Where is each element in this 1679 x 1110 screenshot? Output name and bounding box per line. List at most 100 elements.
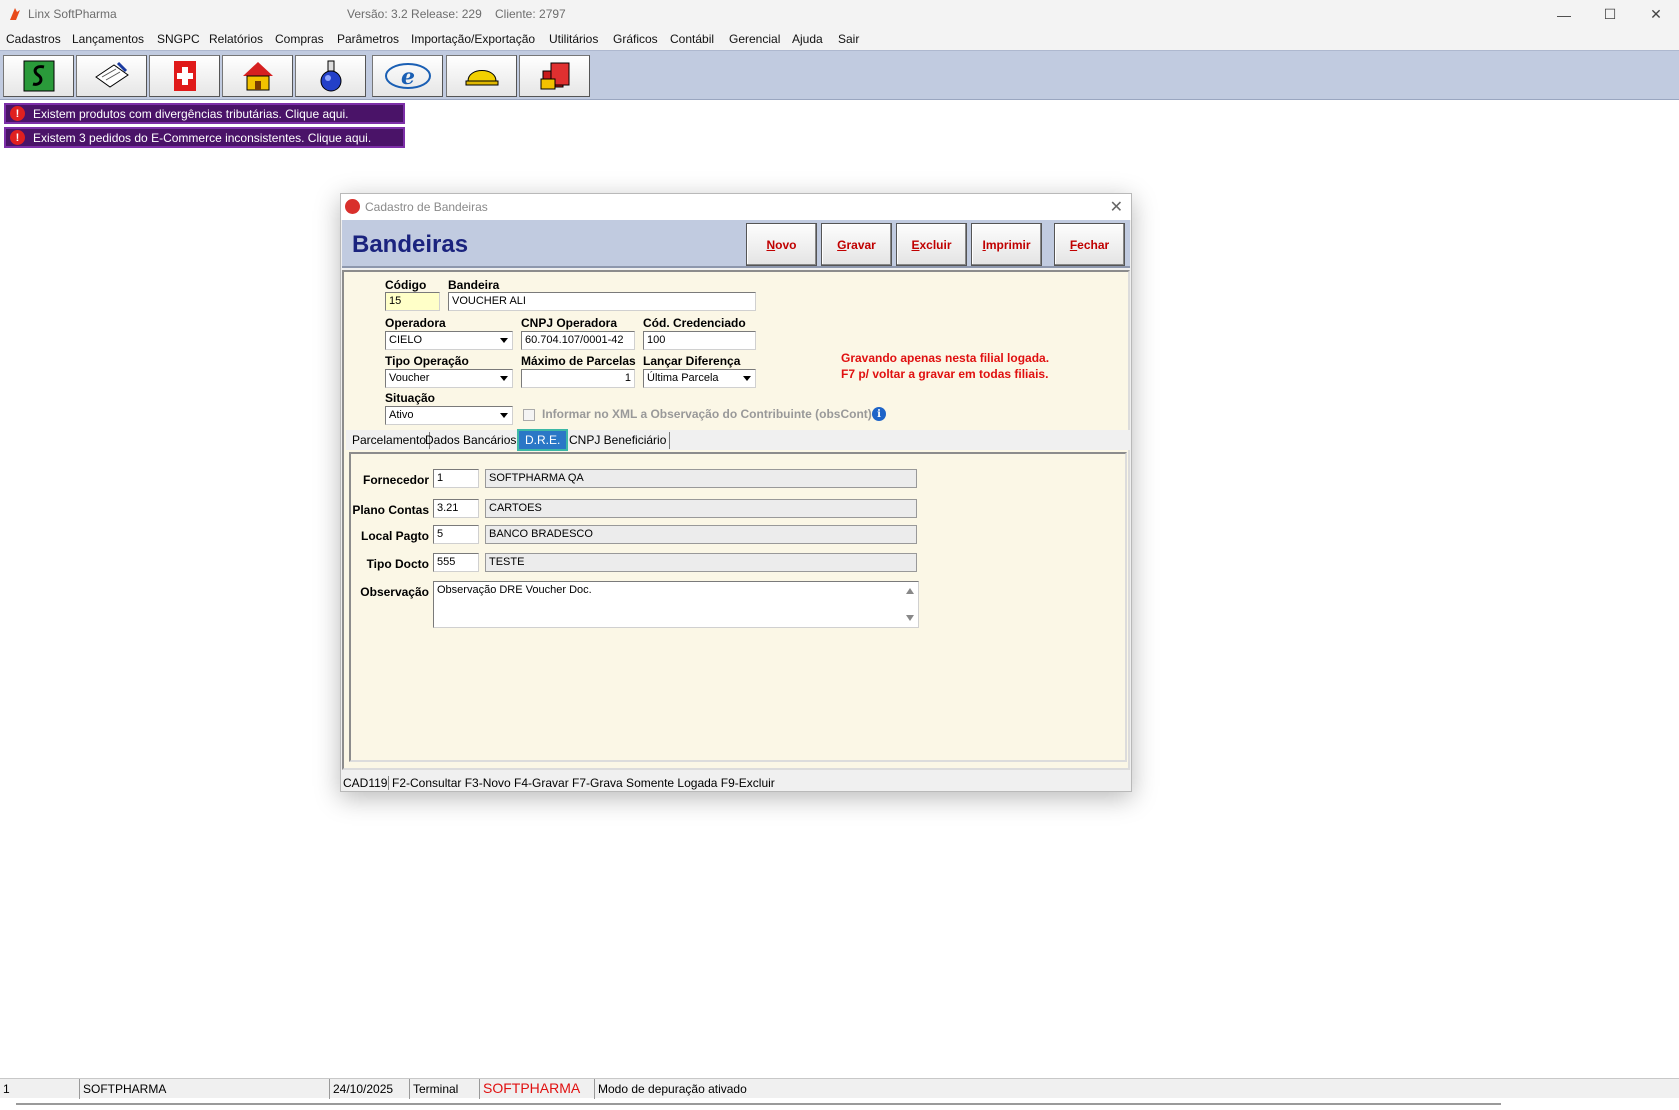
menu-compras[interactable]: Compras bbox=[275, 32, 324, 46]
gravar-button[interactable]: Gravar bbox=[821, 223, 892, 266]
menu-utilitarios[interactable]: Utilitários bbox=[549, 32, 598, 46]
plano-contas-code-field[interactable]: 3.21 bbox=[433, 499, 479, 518]
imprimir-label: mprimir bbox=[985, 237, 1031, 252]
lancar-diferenca-select[interactable]: Última Parcela bbox=[643, 369, 756, 388]
status-cell-brand: SOFTPHARMA bbox=[480, 1079, 595, 1099]
minimize-icon: — bbox=[1557, 6, 1571, 23]
menu-parametros[interactable]: Parâmetros bbox=[337, 32, 399, 46]
app-logo-icon bbox=[10, 8, 20, 20]
menu-relatorios[interactable]: Relatórios bbox=[209, 32, 263, 46]
situacao-label: Situação bbox=[385, 391, 436, 405]
alert-ecommerce[interactable]: ! Existem 3 pedidos do E-Commerce incons… bbox=[4, 127, 405, 148]
max-parcelas-field[interactable]: 1 bbox=[521, 369, 635, 388]
chevron-down-icon bbox=[496, 408, 511, 423]
maximize-icon: ☐ bbox=[1603, 6, 1617, 22]
status-cell-company: SOFTPHARMA bbox=[80, 1079, 330, 1099]
novo-button[interactable]: Novo bbox=[746, 223, 817, 266]
excluir-button[interactable]: Excluir bbox=[896, 223, 967, 266]
novo-label: ovo bbox=[775, 237, 797, 252]
dre-tab-page: Fornecedor 1 SOFTPHARMA QA Plano Contas … bbox=[349, 452, 1127, 762]
toolbar-loja-button[interactable] bbox=[222, 55, 293, 97]
helmet-icon bbox=[465, 70, 498, 86]
chevron-down-icon bbox=[496, 371, 511, 386]
menu-sngpc[interactable]: SNGPC bbox=[157, 32, 200, 46]
info-icon[interactable]: i bbox=[872, 407, 886, 421]
situacao-select[interactable]: Ativo bbox=[385, 406, 513, 425]
toolbar-manipulacao-button[interactable] bbox=[295, 55, 366, 97]
menu-sair[interactable]: Sair bbox=[838, 32, 859, 46]
main-toolbar: e bbox=[0, 50, 1679, 100]
alert-divergencias[interactable]: ! Existem produtos com divergências trib… bbox=[4, 103, 405, 124]
tab-cnpj-beneficiario[interactable]: CNPJ Beneficiário bbox=[566, 432, 671, 449]
red-cross-icon bbox=[173, 61, 196, 91]
minimize-button[interactable]: — bbox=[1541, 0, 1587, 29]
observacao-memo[interactable]: Observação DRE Voucher Doc. bbox=[433, 581, 919, 628]
imprimir-button[interactable]: Imprimir bbox=[971, 223, 1042, 266]
menu-importacao-exportacao[interactable]: Importação/Exportação bbox=[411, 32, 535, 46]
tab-dre[interactable]: D.R.E. bbox=[517, 429, 569, 451]
fornecedor-label: Fornecedor bbox=[362, 473, 429, 487]
scroll-up-icon[interactable] bbox=[906, 588, 914, 594]
dialog-close-icon[interactable]: ✕ bbox=[1110, 197, 1123, 217]
menu-cadastros[interactable]: Cadastros bbox=[6, 32, 61, 46]
menu-gerencial[interactable]: Gerencial bbox=[729, 32, 780, 46]
observacao-text: Observação DRE Voucher Doc. bbox=[437, 584, 592, 596]
cnpj-operadora-label: CNPJ Operadora bbox=[521, 316, 618, 330]
codigo-field[interactable]: 15 bbox=[385, 292, 440, 311]
observacao-scrollbar[interactable] bbox=[902, 582, 918, 627]
screen-code: CAD119 bbox=[343, 776, 388, 790]
menu-lancamentos[interactable]: Lançamentos bbox=[72, 32, 144, 46]
tipo-docto-code-field[interactable]: 555 bbox=[433, 553, 479, 572]
menu-graficos[interactable]: Gráficos bbox=[613, 32, 658, 46]
observacao-label: Observação bbox=[360, 585, 429, 599]
window-title: Linx SoftPharma bbox=[28, 7, 117, 21]
plano-contas-label: Plano Contas bbox=[352, 503, 429, 517]
toolbar-farmacia-button[interactable] bbox=[149, 55, 220, 97]
flask-icon bbox=[320, 60, 341, 92]
scroll-down-icon[interactable] bbox=[906, 615, 914, 621]
excluir-label: xcluir bbox=[919, 237, 952, 252]
toolbar-servicos-button[interactable] bbox=[446, 55, 517, 97]
exclamation-icon: ! bbox=[10, 130, 25, 145]
obscont-checkbox[interactable] bbox=[523, 409, 535, 421]
fornecedor-name-field: SOFTPHARMA QA bbox=[485, 469, 917, 488]
fornecedor-code-field[interactable]: 1 bbox=[433, 469, 479, 488]
obscont-label: Informar no XML a Observação do Contribu… bbox=[542, 407, 872, 421]
operadora-label: Operadora bbox=[385, 316, 446, 330]
situacao-value: Ativo bbox=[389, 409, 414, 421]
toolbar-financeiro-button[interactable] bbox=[3, 55, 74, 97]
cnpj-operadora-field[interactable]: 60.704.107/0001-42 bbox=[521, 331, 635, 350]
cadastro-bandeiras-dialog: Cadastro de Bandeiras ✕ Bandeiras Novo G… bbox=[340, 193, 1132, 792]
cod-credenciado-field[interactable]: 100 bbox=[643, 331, 756, 350]
status-cell-date: 24/10/2025 bbox=[330, 1079, 410, 1099]
tipo-operacao-value: Voucher bbox=[389, 372, 430, 384]
chevron-down-icon bbox=[496, 333, 511, 348]
dialog-status-bar: CAD119 F2-Consultar F3-Novo F4-Gravar F7… bbox=[342, 774, 1130, 791]
status-cell-number: 1 bbox=[0, 1079, 80, 1099]
tipo-docto-name-field: TESTE bbox=[485, 553, 917, 572]
excluir-hotkey: E bbox=[911, 237, 920, 252]
tipo-operacao-select[interactable]: Voucher bbox=[385, 369, 513, 388]
status-cell-mode: Modo de depuração ativado bbox=[598, 1082, 747, 1096]
toolbar-livros-button[interactable] bbox=[519, 55, 590, 97]
menu-contabil[interactable]: Contábil bbox=[670, 32, 714, 46]
maximize-button[interactable]: ☐ bbox=[1587, 0, 1633, 29]
tab-parcelamento[interactable]: Parcelamento bbox=[349, 432, 431, 449]
menu-bar: Cadastros Lançamentos SNGPC Relatórios C… bbox=[0, 29, 1679, 50]
tab-dados-bancarios[interactable]: Dados Bancários bbox=[422, 432, 521, 449]
fechar-button[interactable]: Fechar bbox=[1054, 223, 1125, 266]
toolbar-nfe-button[interactable]: e bbox=[372, 55, 443, 97]
close-button[interactable]: ✕ bbox=[1633, 0, 1679, 29]
local-pagto-code-field[interactable]: 5 bbox=[433, 525, 479, 544]
bandeira-field[interactable]: VOUCHER ALI bbox=[448, 292, 756, 311]
house-icon bbox=[242, 62, 273, 91]
lancar-diferenca-value: Última Parcela bbox=[647, 372, 719, 384]
operadora-value: CIELO bbox=[389, 334, 423, 346]
operadora-select[interactable]: CIELO bbox=[385, 331, 513, 350]
dialog-title-bar: Cadastro de Bandeiras ✕ bbox=[341, 194, 1131, 220]
menu-ajuda[interactable]: Ajuda bbox=[792, 32, 823, 46]
clipboard-icon bbox=[94, 61, 129, 88]
gravar-label: ravar bbox=[846, 237, 876, 252]
toolbar-lancamentos-button[interactable] bbox=[76, 55, 147, 97]
warning-line-1: Gravando apenas nesta filial logada. bbox=[841, 351, 1050, 365]
